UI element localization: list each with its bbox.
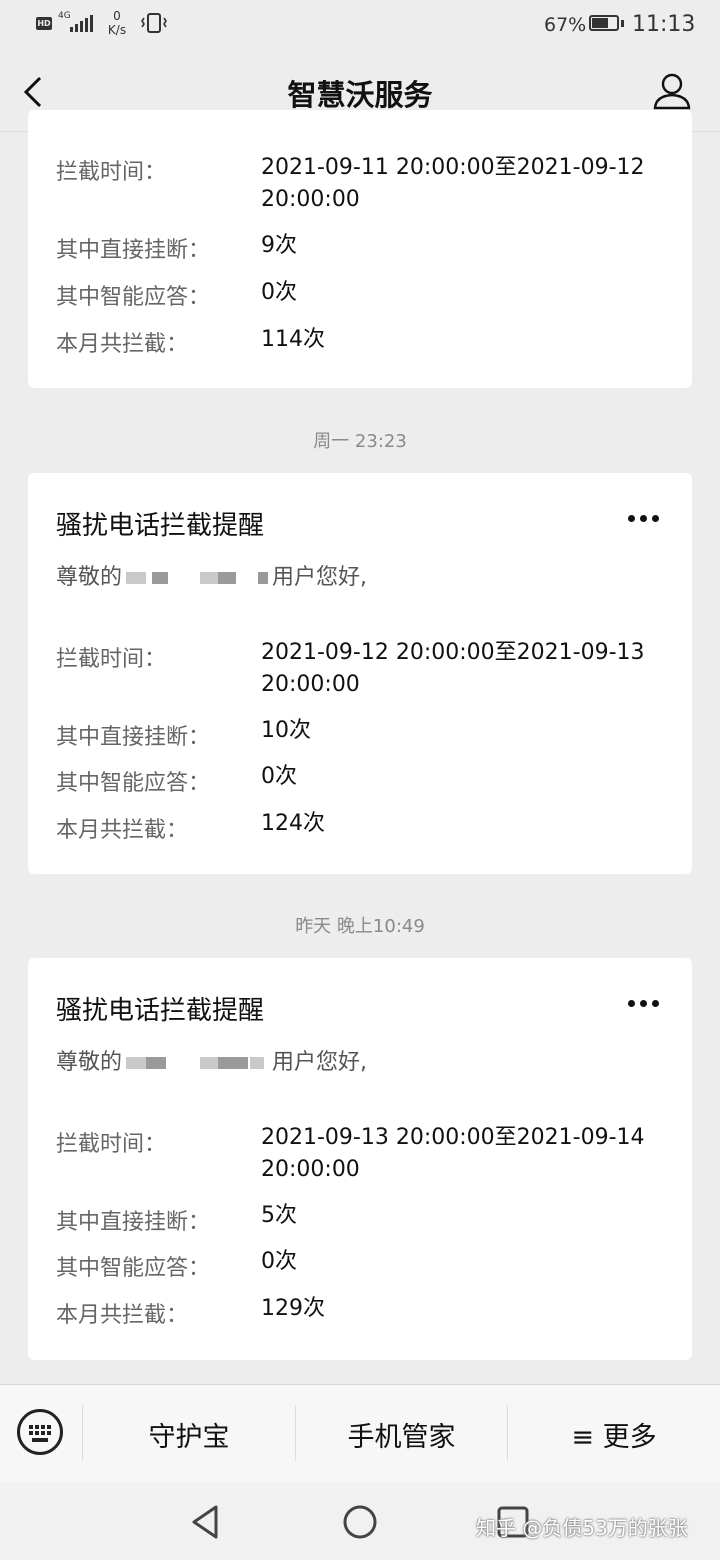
smart-answer-label: 其中智能应答： — [56, 285, 211, 310]
smart-answer-label: 其中智能应答： — [56, 771, 211, 796]
more-options-icon[interactable] — [626, 998, 662, 1010]
keyboard-icon[interactable] — [17, 1409, 63, 1455]
month-total-label: 本月共拦截： — [56, 1303, 189, 1328]
back-triangle-icon[interactable] — [186, 1502, 226, 1542]
month-total-value: 124次 — [261, 811, 325, 836]
message-card: 拦截时间： 2021-09-11 20:00:00至2021-09-12 20:… — [28, 110, 692, 388]
greeting-prefix: 尊敬的 — [56, 1050, 123, 1075]
hangup-value: 10次 — [261, 718, 311, 743]
month-total-value: 114次 — [261, 327, 325, 352]
message-card[interactable]: 骚扰电话拦截提醒 尊敬的 用户您好, 拦截时间： 2021-09-12 20:00… — [28, 473, 692, 874]
intercept-time-value: 2021-09-13 20:00:00至2021-09-14 20:00:00 — [261, 1122, 645, 1186]
speed-unit: K/s — [107, 23, 127, 37]
intercept-time-label: 拦截时间： — [56, 647, 167, 672]
greeting-text: 尊敬的 用户您好, — [56, 1044, 367, 1076]
speed-value: 0 — [113, 9, 121, 23]
network-speed: 0 K/s — [104, 9, 130, 37]
value-line: 20:00:00 — [261, 1157, 360, 1182]
battery-icon — [589, 15, 619, 31]
menu-item-more[interactable]: ≡ 更多 — [508, 1415, 720, 1454]
hangup-label: 其中直接挂断： — [56, 1210, 211, 1235]
hangup-label: 其中直接挂断： — [56, 725, 211, 750]
status-bar: HD 4G 0 K/s 67% 11:13 — [0, 0, 720, 52]
value-line: 2021-09-11 20:00:00至2021-09-12 — [261, 155, 645, 180]
value-line: 20:00:00 — [261, 672, 360, 697]
hangup-value: 9次 — [261, 233, 297, 258]
clock: 11:13 — [632, 12, 696, 37]
message-title: 骚扰电话拦截提醒 — [56, 996, 265, 1026]
hangup-value: 5次 — [261, 1203, 297, 1228]
menu-item-phone-manager[interactable]: 手机管家 — [296, 1415, 507, 1454]
greeting-text: 尊敬的 用户您好, — [56, 559, 367, 591]
hangup-label: 其中直接挂断： — [56, 238, 211, 263]
month-total-label: 本月共拦截： — [56, 818, 189, 843]
battery-percent: 67% — [544, 14, 587, 36]
home-circle-icon[interactable] — [340, 1502, 380, 1542]
network-type-label: 4G — [58, 11, 71, 21]
bottom-menu: 守护宝 手机管家 ≡ 更多 — [0, 1384, 720, 1482]
month-total-value: 129次 — [261, 1296, 325, 1321]
vibrate-icon — [141, 13, 167, 33]
greeting-suffix: 用户您好, — [272, 565, 368, 590]
value-line: 20:00:00 — [261, 187, 360, 212]
smart-answer-value: 0次 — [261, 1249, 297, 1274]
message-timestamp: 昨天 晚上10:49 — [295, 916, 425, 937]
redacted-number — [122, 1054, 272, 1072]
hd-icon: HD — [36, 17, 52, 30]
more-options-icon[interactable] — [626, 513, 662, 525]
value-line: 2021-09-12 20:00:00至2021-09-13 — [261, 640, 645, 665]
intercept-time-label: 拦截时间： — [56, 160, 167, 185]
message-timestamp: 周一 23:23 — [313, 431, 407, 452]
message-card[interactable]: 骚扰电话拦截提醒 尊敬的 用户您好, 拦截时间： 2021-09-13 20:00… — [28, 958, 692, 1360]
signal-icon — [70, 14, 94, 32]
greeting-suffix: 用户您好, — [272, 1050, 368, 1075]
battery-fill — [592, 18, 608, 28]
smart-answer-value: 0次 — [261, 280, 297, 305]
smart-answer-value: 0次 — [261, 764, 297, 789]
intercept-time-value: 2021-09-12 20:00:00至2021-09-13 20:00:00 — [261, 637, 645, 701]
page-title: 智慧沃服务 — [287, 78, 433, 112]
smart-answer-label: 其中智能应答： — [56, 1256, 211, 1281]
watermark: 知乎 @负债53万的张张 — [476, 1516, 688, 1540]
value-line: 2021-09-13 20:00:00至2021-09-14 — [261, 1125, 645, 1150]
greeting-prefix: 尊敬的 — [56, 565, 123, 590]
person-icon[interactable] — [650, 70, 694, 114]
battery-tip — [621, 20, 624, 27]
menu-item-guard[interactable]: 守护宝 — [83, 1415, 295, 1454]
message-title: 骚扰电话拦截提醒 — [56, 511, 265, 541]
intercept-time-value: 2021-09-11 20:00:00至2021-09-12 20:00:00 — [261, 152, 645, 216]
redacted-number — [122, 569, 272, 587]
intercept-time-label: 拦截时间： — [56, 1132, 167, 1157]
month-total-label: 本月共拦截： — [56, 332, 189, 357]
